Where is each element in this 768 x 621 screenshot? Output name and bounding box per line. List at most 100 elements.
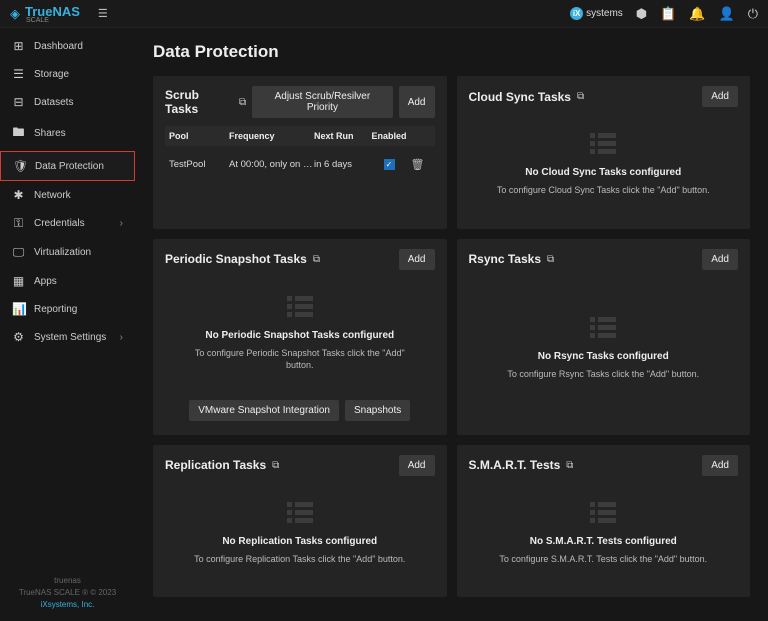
sidebar-item-datasets[interactable]: ⊟ Datasets bbox=[0, 88, 135, 116]
trash-icon[interactable]: 🗑 bbox=[411, 159, 431, 171]
periodic-snapshot-card: Periodic Snapshot Tasks ⧉ Add No Periodi… bbox=[153, 239, 447, 435]
open-in-new-icon[interactable]: ⧉ bbox=[313, 254, 320, 265]
sidebar-item-label: Apps bbox=[34, 276, 57, 287]
periodic-empty-text: To configure Periodic Snapshot Tasks cli… bbox=[190, 347, 410, 372]
logo-icon: ◈ bbox=[10, 6, 20, 22]
sidebar-item-apps[interactable]: ▦ Apps bbox=[0, 267, 135, 295]
rsync-add-button[interactable]: Add bbox=[702, 249, 738, 270]
vendor-logo-icon: iX bbox=[570, 7, 583, 20]
checkbox-icon[interactable]: ✓ bbox=[384, 159, 395, 170]
power-icon[interactable]: ⏻ bbox=[748, 6, 758, 22]
menu-toggle-icon[interactable]: ☰ bbox=[98, 7, 108, 20]
smart-empty-title: No S.M.A.R.T. Tests configured bbox=[530, 536, 677, 547]
cell-enabled[interactable]: ✓ bbox=[369, 159, 409, 170]
network-icon: ✱ bbox=[12, 188, 25, 202]
rsync-empty-text: To configure Rsync Tasks click the "Add"… bbox=[507, 368, 699, 381]
footer-version: TrueNAS SCALE ® © 2023 bbox=[10, 587, 125, 599]
page-title: Data Protection bbox=[153, 42, 750, 62]
periodic-add-button[interactable]: Add bbox=[399, 249, 435, 270]
hexagon-icon[interactable]: ⬢ bbox=[636, 6, 647, 22]
vendor-text: systems bbox=[586, 8, 623, 19]
sidebar-item-label: Data Protection bbox=[35, 161, 104, 172]
sidebar-item-storage[interactable]: ☰ Storage bbox=[0, 60, 135, 88]
clipboard-icon[interactable]: 📋 bbox=[660, 6, 676, 22]
rsync-title: Rsync Tasks bbox=[469, 252, 542, 266]
replication-title: Replication Tasks bbox=[165, 458, 266, 472]
vmware-snapshot-button[interactable]: VMware Snapshot Integration bbox=[189, 400, 339, 421]
scrub-title: Scrub Tasks bbox=[165, 88, 233, 116]
empty-state-icon bbox=[590, 133, 616, 157]
scrub-tasks-card: Scrub Tasks ⧉ Adjust Scrub/Resilver Prio… bbox=[153, 76, 447, 229]
smart-tests-card: S.M.A.R.T. Tests ⧉ Add No S.M.A.R.T. Tes… bbox=[457, 445, 751, 598]
col-pool: Pool bbox=[169, 131, 229, 141]
cloud-sync-title: Cloud Sync Tasks bbox=[469, 90, 571, 104]
replication-empty-text: To configure Replication Tasks click the… bbox=[194, 553, 405, 566]
empty-state-icon bbox=[287, 502, 313, 526]
sidebar-item-network[interactable]: ✱ Network bbox=[0, 181, 135, 209]
dashboard-icon: ⊞ bbox=[12, 39, 25, 53]
sidebar-item-label: Datasets bbox=[34, 97, 73, 108]
adjust-scrub-button[interactable]: Adjust Scrub/Resilver Priority bbox=[252, 86, 393, 118]
footer-vendor-link[interactable]: iXsystems, Inc. bbox=[10, 599, 125, 611]
sidebar-item-system-settings[interactable]: ⚙System Settings› bbox=[0, 323, 135, 351]
sidebar-item-virtualization[interactable]: 🖵Virtualization bbox=[0, 238, 135, 267]
snapshots-button[interactable]: Snapshots bbox=[345, 400, 410, 421]
cell-freq: At 00:00, only on Su… bbox=[229, 159, 314, 170]
scrub-table-row[interactable]: TestPool At 00:00, only on Su… in 6 days… bbox=[165, 146, 435, 183]
sidebar-item-label: Reporting bbox=[34, 304, 77, 315]
bell-icon[interactable]: 🔔 bbox=[689, 6, 705, 22]
footer-host: truenas bbox=[10, 575, 125, 587]
sidebar: ⊞ Dashboard ☰ Storage ⊟ Datasets 🖿 Shares 🛡Data … bbox=[0, 28, 135, 621]
sidebar-item-dashboard[interactable]: ⊞ Dashboard bbox=[0, 32, 135, 60]
cell-next: in 6 days bbox=[314, 159, 369, 170]
vendor-logo[interactable]: iX systems bbox=[570, 7, 623, 20]
cloud-sync-empty-text: To configure Cloud Sync Tasks click the … bbox=[497, 184, 710, 197]
empty-state-icon bbox=[590, 317, 616, 341]
sidebar-item-label: Storage bbox=[34, 69, 69, 80]
virtualization-icon: 🖵 bbox=[12, 245, 25, 260]
cloud-sync-card: Cloud Sync Tasks ⧉ Add No Cloud Sync Tas… bbox=[457, 76, 751, 229]
smart-add-button[interactable]: Add bbox=[702, 455, 738, 476]
open-in-new-icon[interactable]: ⧉ bbox=[272, 460, 279, 471]
smart-empty-text: To configure S.M.A.R.T. Tests click the … bbox=[499, 553, 707, 566]
open-in-new-icon[interactable]: ⧉ bbox=[547, 254, 554, 265]
sidebar-footer: truenas TrueNAS SCALE ® © 2023 iXsystems… bbox=[0, 565, 135, 621]
periodic-title: Periodic Snapshot Tasks bbox=[165, 252, 307, 266]
apps-icon: ▦ bbox=[12, 274, 25, 288]
credentials-icon: ⚿ bbox=[12, 216, 25, 231]
open-in-new-icon[interactable]: ⧉ bbox=[566, 460, 573, 471]
topbar: ◈ TrueNAS SCALE ☰ iX systems ⬢ 📋 🔔 👤 ⏻ bbox=[0, 0, 768, 28]
col-freq: Frequency bbox=[229, 131, 314, 141]
storage-icon: ☰ bbox=[12, 67, 25, 81]
sidebar-item-label: Dashboard bbox=[34, 41, 83, 52]
replication-card: Replication Tasks ⧉ Add No Replication T… bbox=[153, 445, 447, 598]
rsync-card: Rsync Tasks ⧉ Add No Rsync Tasks configu… bbox=[457, 239, 751, 435]
account-icon[interactable]: 👤 bbox=[719, 6, 735, 22]
datasets-icon: ⊟ bbox=[12, 95, 25, 109]
replication-empty-title: No Replication Tasks configured bbox=[222, 536, 377, 547]
open-in-new-icon[interactable]: ⧉ bbox=[577, 91, 584, 102]
col-next: Next Run bbox=[314, 131, 369, 141]
sidebar-item-shares[interactable]: 🖿 Shares bbox=[0, 116, 135, 151]
cell-pool: TestPool bbox=[169, 159, 229, 170]
empty-state-icon bbox=[590, 502, 616, 526]
scrub-table-header: Pool Frequency Next Run Enabled bbox=[165, 126, 435, 146]
chevron-right-icon: › bbox=[120, 332, 123, 343]
shares-icon: 🖿 bbox=[12, 123, 25, 144]
sidebar-item-credentials[interactable]: ⚿Credentials› bbox=[0, 209, 135, 238]
sidebar-item-data-protection[interactable]: 🛡Data Protection bbox=[0, 151, 135, 181]
chevron-right-icon: › bbox=[120, 218, 123, 229]
empty-state-icon bbox=[287, 296, 313, 320]
sidebar-item-reporting[interactable]: 📊Reporting bbox=[0, 295, 135, 323]
smart-title: S.M.A.R.T. Tests bbox=[469, 458, 561, 472]
scrub-add-button[interactable]: Add bbox=[399, 86, 435, 118]
periodic-empty-title: No Periodic Snapshot Tasks configured bbox=[205, 330, 394, 341]
replication-add-button[interactable]: Add bbox=[399, 455, 435, 476]
col-enabled: Enabled bbox=[369, 131, 409, 141]
logo[interactable]: ◈ TrueNAS SCALE bbox=[10, 4, 80, 24]
sidebar-item-label: Shares bbox=[34, 128, 66, 139]
sidebar-item-label: Network bbox=[34, 190, 71, 201]
rsync-empty-title: No Rsync Tasks configured bbox=[538, 351, 669, 362]
open-in-new-icon[interactable]: ⧉ bbox=[239, 97, 246, 108]
cloud-sync-add-button[interactable]: Add bbox=[702, 86, 738, 107]
